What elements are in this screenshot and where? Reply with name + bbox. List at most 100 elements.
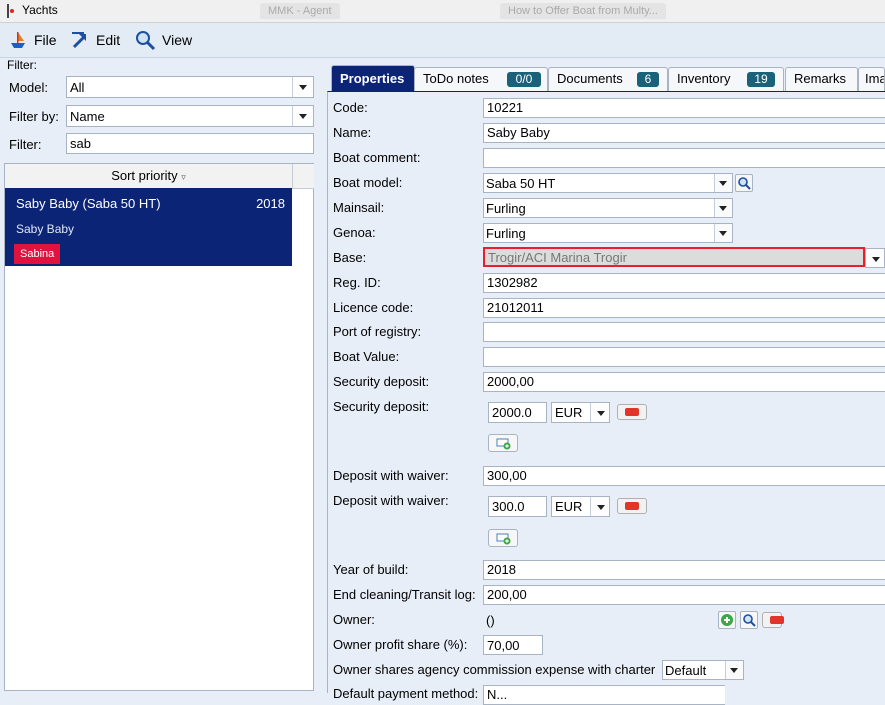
filter-by-label: Filter by: bbox=[9, 109, 59, 124]
owner-label: Owner: bbox=[333, 612, 375, 627]
security-deposit-field[interactable]: 2000,00 bbox=[483, 372, 885, 392]
waiver-currency-select[interactable]: EUR bbox=[551, 496, 610, 517]
owner-profit-share-field[interactable]: 70,00 bbox=[483, 635, 543, 655]
reg-id-label: Reg. ID: bbox=[333, 275, 381, 290]
tab-label: Inventory bbox=[677, 71, 731, 86]
mainsail-label: Mainsail: bbox=[333, 200, 385, 215]
security-deposit-amount-input[interactable]: 2000.0 bbox=[488, 402, 547, 423]
remove-deposit-button[interactable] bbox=[617, 404, 647, 420]
boat-comment-field[interactable] bbox=[483, 148, 885, 168]
window-title: Yachts bbox=[22, 3, 58, 17]
boat-value-field[interactable] bbox=[483, 347, 885, 367]
mainsail-value: Furling bbox=[486, 201, 526, 216]
code-field[interactable]: 10221 bbox=[483, 98, 885, 118]
boat-model-select[interactable]: Saba 50 HT bbox=[483, 173, 733, 193]
chevron-down-icon[interactable] bbox=[714, 199, 732, 217]
owner-value: () bbox=[486, 613, 495, 628]
licence-code-field[interactable]: 21012011 bbox=[483, 298, 885, 318]
chevron-down-icon[interactable] bbox=[866, 249, 884, 267]
chevron-down-icon[interactable] bbox=[714, 174, 732, 192]
filter-by-select[interactable]: Name bbox=[66, 105, 314, 127]
year-of-build-field[interactable]: 2018 bbox=[483, 560, 885, 580]
header-spacer bbox=[292, 164, 314, 189]
search-icon bbox=[738, 177, 751, 190]
add-owner-button[interactable] bbox=[718, 611, 736, 629]
sort-priority-label: Sort priority bbox=[111, 168, 178, 183]
port-of-registry-label: Port of registry: bbox=[333, 324, 422, 339]
owner-commission-select[interactable]: Default bbox=[662, 660, 744, 680]
owner-commission-value: Default bbox=[665, 663, 707, 678]
licence-code-label: Licence code: bbox=[333, 300, 414, 315]
view-menu-button[interactable]: View bbox=[134, 29, 192, 51]
list-item-title: Saby Baby (Saba 50 HT) bbox=[16, 196, 161, 211]
chevron-down-icon[interactable] bbox=[292, 77, 313, 97]
base-field[interactable]: Trogir/ACI Marina Trogir bbox=[483, 247, 865, 267]
tab-remarks[interactable]: Remarks bbox=[785, 67, 858, 91]
deposit-with-waiver-label: Deposit with waiver: bbox=[333, 468, 449, 483]
default-payment-label: Default payment method: bbox=[333, 686, 479, 701]
port-of-registry-field[interactable] bbox=[483, 322, 885, 342]
chevron-down-icon[interactable] bbox=[714, 224, 732, 242]
chevron-down-icon[interactable] bbox=[292, 106, 313, 126]
list-item-year: 2018 bbox=[256, 196, 285, 211]
boat-comment-label: Boat comment: bbox=[333, 150, 421, 165]
security-deposit-label: Security deposit: bbox=[333, 374, 430, 389]
tab-properties[interactable]: Properties bbox=[331, 65, 415, 91]
model-select[interactable]: All bbox=[66, 76, 314, 98]
tab-label: Remarks bbox=[794, 71, 847, 86]
base-dropdown[interactable] bbox=[865, 248, 885, 268]
view-label: View bbox=[162, 32, 193, 48]
count-badge: 19 bbox=[747, 72, 775, 87]
reg-id-field[interactable]: 1302982 bbox=[483, 273, 885, 293]
tab-todo-notes[interactable]: ToDo notes 0/0 bbox=[414, 67, 548, 91]
end-cleaning-field[interactable]: 200,00 bbox=[483, 585, 885, 605]
filter-legend: Filter: bbox=[7, 58, 37, 72]
edit-arrow-icon bbox=[72, 32, 87, 49]
name-field[interactable]: Saby Baby bbox=[483, 123, 885, 143]
genoa-label: Genoa: bbox=[333, 225, 376, 240]
year-of-build-label: Year of build: bbox=[333, 562, 409, 577]
chevron-down-icon[interactable] bbox=[590, 403, 609, 422]
search-boat-model-button[interactable] bbox=[735, 174, 753, 192]
chevron-down-icon[interactable] bbox=[725, 661, 743, 679]
sort-priority-header[interactable]: Sort priority ▿ bbox=[5, 164, 292, 189]
genoa-value: Furling bbox=[486, 226, 526, 241]
add-waiver-button[interactable] bbox=[488, 529, 518, 547]
add-row-icon bbox=[496, 533, 511, 545]
list-item[interactable]: Saby Baby (Saba 50 HT) 2018 Saby Baby Sa… bbox=[5, 188, 292, 266]
magnifier-icon bbox=[136, 31, 156, 51]
search-owner-button[interactable] bbox=[740, 611, 758, 629]
currency-value: EUR bbox=[555, 499, 583, 514]
sort-arrow-icon: ▿ bbox=[181, 172, 186, 182]
chevron-down-icon[interactable] bbox=[590, 497, 609, 516]
edit-menu-button[interactable]: Edit bbox=[70, 29, 120, 51]
boat-value-label: Boat Value: bbox=[333, 349, 400, 364]
mainsail-select[interactable]: Furling bbox=[483, 198, 733, 218]
default-payment-field[interactable]: N... bbox=[483, 685, 725, 705]
tab-documents[interactable]: Documents 6 bbox=[548, 67, 668, 91]
name-label: Name: bbox=[333, 125, 372, 140]
tab-inventory[interactable]: Inventory 19 bbox=[668, 67, 784, 91]
remove-waiver-button[interactable] bbox=[617, 498, 647, 514]
window-titlebar: Yachts MMK - Agent How to Offer Boat fro… bbox=[0, 0, 885, 23]
tab-label: Properties bbox=[340, 71, 405, 86]
search-icon bbox=[743, 614, 756, 627]
tab-images[interactable]: Ima bbox=[858, 67, 885, 91]
list-item-badge: Sabina bbox=[14, 244, 61, 264]
add-row-icon bbox=[496, 438, 511, 450]
security-deposit-currency-select[interactable]: EUR bbox=[551, 402, 610, 423]
tab-label: Documents bbox=[557, 71, 623, 86]
remove-owner-button[interactable] bbox=[762, 612, 784, 628]
owner-profit-share-label: Owner profit share (%): bbox=[333, 637, 468, 652]
code-label: Code: bbox=[333, 100, 368, 115]
add-deposit-button[interactable] bbox=[488, 434, 518, 452]
file-menu-button[interactable]: File bbox=[8, 29, 57, 51]
filter-text-input[interactable]: sab bbox=[66, 133, 314, 154]
genoa-select[interactable]: Furling bbox=[483, 223, 733, 243]
currency-value: EUR bbox=[555, 405, 583, 420]
deposit-with-waiver-currency-label: Deposit with waiver: bbox=[333, 493, 449, 508]
waiver-amount-input[interactable]: 300.0 bbox=[488, 496, 547, 517]
count-badge: 0/0 bbox=[507, 72, 541, 87]
security-deposit-currency-label: Security deposit: bbox=[333, 399, 430, 414]
deposit-with-waiver-field[interactable]: 300,00 bbox=[483, 466, 885, 486]
